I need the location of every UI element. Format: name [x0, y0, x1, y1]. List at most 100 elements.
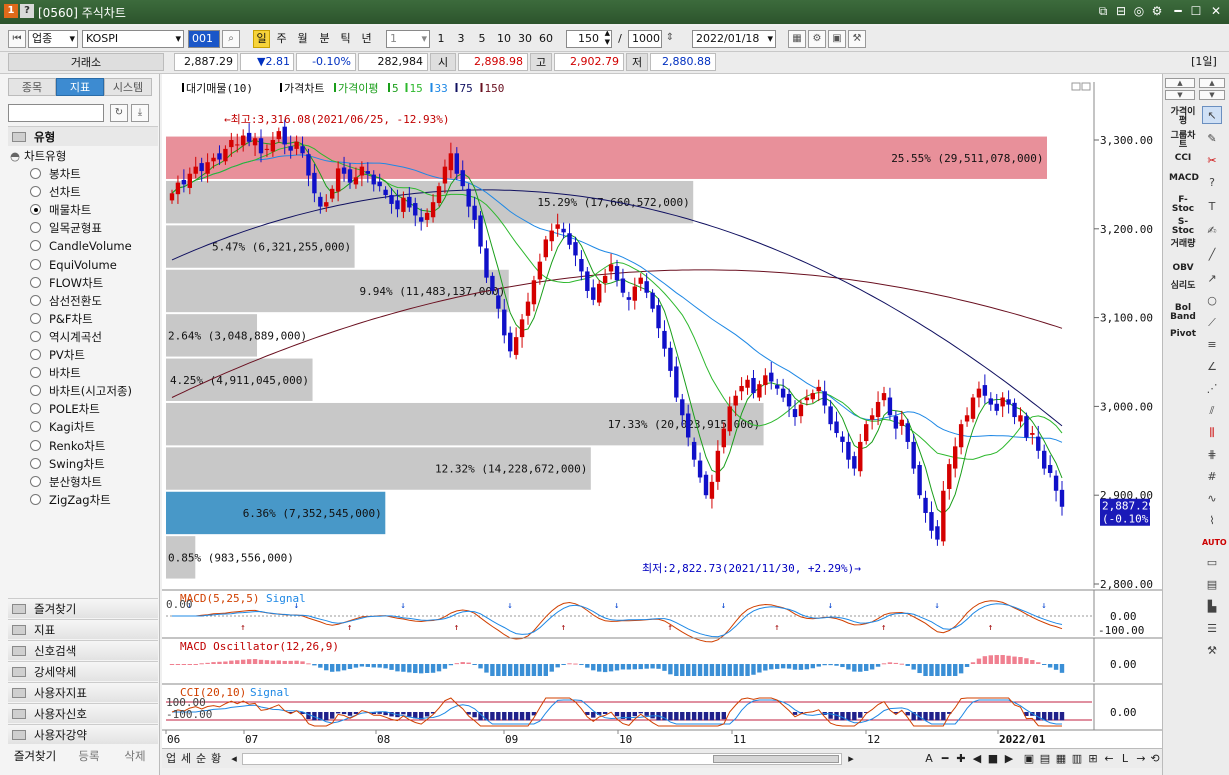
ray-icon[interactable]: ↗ [1202, 270, 1222, 288]
candle-body[interactable] [846, 441, 851, 460]
chart-toggle-icon[interactable]: ⊞ [1086, 751, 1100, 767]
save-icon[interactable]: ▣ [828, 30, 846, 48]
candle-body[interactable] [555, 224, 560, 229]
candle-body[interactable] [893, 416, 899, 429]
fibonacci-icon[interactable]: ⫼ [1202, 424, 1222, 442]
stop-icon[interactable]: ■ [986, 751, 1000, 767]
zoom-forward-icon[interactable]: ▶ [1002, 751, 1016, 767]
grid-icon[interactable]: ▦ [1054, 751, 1068, 767]
candle-body[interactable] [1053, 475, 1059, 491]
bottom-tab-delete[interactable]: 삭제 [110, 746, 160, 766]
candle-body[interactable] [407, 196, 412, 208]
candle-body[interactable] [953, 446, 958, 469]
candle-body[interactable] [365, 171, 370, 174]
candle-body[interactable] [875, 401, 881, 418]
candle-body[interactable] [270, 140, 276, 152]
candle-body[interactable] [276, 131, 281, 140]
candle-body[interactable] [1024, 416, 1029, 438]
candle-body[interactable] [312, 172, 317, 194]
candle-body[interactable] [858, 441, 863, 472]
candle-body[interactable] [419, 217, 424, 222]
radio-icon[interactable] [30, 457, 41, 469]
candle-body[interactable] [205, 162, 210, 174]
candle-body[interactable] [508, 332, 513, 352]
candle-body[interactable] [1030, 433, 1035, 435]
export-icon[interactable]: ▤ [1038, 751, 1052, 767]
radio-icon[interactable] [30, 349, 41, 360]
candle-body[interactable] [193, 166, 198, 174]
close-icon[interactable]: ✕ [1208, 3, 1224, 19]
candle-body[interactable] [472, 205, 477, 220]
count-stepper[interactable]: 150 ▲ ▼ [566, 30, 612, 48]
candle-body[interactable] [614, 266, 620, 281]
chart-icon[interactable]: ▙ [1202, 598, 1222, 616]
candle-body[interactable] [573, 242, 578, 256]
candle-body[interactable] [727, 406, 732, 432]
folder-item[interactable]: 사용자강약 [8, 724, 158, 744]
candle-body[interactable] [241, 135, 246, 146]
grid-tool-icon[interactable]: # [1202, 468, 1222, 486]
interval-5-button[interactable]: 5 [475, 30, 489, 48]
candle-body[interactable] [1042, 450, 1047, 469]
max-count-input[interactable]: 1000 [628, 30, 662, 48]
candle-body[interactable] [905, 423, 910, 442]
indicator-button[interactable]: S-Stoc [1169, 218, 1197, 236]
candle-body[interactable] [424, 212, 430, 220]
help-icon[interactable]: ? [20, 4, 34, 18]
angle-icon[interactable]: ∠ [1202, 358, 1222, 376]
window-icon[interactable]: ▭ [1202, 554, 1222, 572]
candle-body[interactable] [175, 182, 181, 195]
candle-body[interactable] [810, 393, 815, 400]
candle-body[interactable] [169, 193, 175, 201]
candle-body[interactable] [780, 388, 786, 398]
wave-icon[interactable]: ∿ [1202, 490, 1222, 508]
candle-body[interactable] [430, 202, 436, 218]
text-tool-icon[interactable]: A [922, 751, 936, 767]
candle-body[interactable] [668, 347, 673, 371]
chart-layout-icon[interactable]: ▦ [788, 30, 806, 48]
candle-body[interactable] [597, 283, 602, 303]
candle-body[interactable] [211, 157, 216, 162]
candle-body[interactable] [561, 228, 566, 233]
candle-body[interactable] [567, 233, 572, 245]
candle-body[interactable] [341, 167, 347, 174]
candle-body[interactable] [686, 413, 691, 438]
candle-body[interactable] [264, 148, 270, 150]
candle-body[interactable] [828, 406, 833, 425]
candle-body[interactable] [822, 391, 827, 406]
zoom-out-icon[interactable]: ━ [938, 751, 952, 767]
chart-type-item[interactable]: PV차트 [30, 346, 85, 364]
indicator-button[interactable]: 그룹차트 [1169, 132, 1197, 150]
tab-system[interactable]: 시스템 [104, 78, 152, 96]
sector-button[interactable]: 업 [164, 751, 178, 767]
candle-body[interactable] [602, 275, 608, 283]
candle-body[interactable] [923, 497, 928, 513]
candle-body[interactable] [1047, 465, 1053, 473]
folder-item[interactable]: 사용자신호 [8, 703, 158, 723]
indicator-button[interactable]: MACD [1169, 174, 1199, 183]
candle-body[interactable] [638, 277, 643, 284]
candle-body[interactable] [656, 305, 661, 329]
candle-body[interactable] [745, 379, 750, 388]
chart-area[interactable]: 25.55% (29,511,078,000) 15.29% (17,660,57… [162, 74, 1162, 768]
candle-body[interactable] [1000, 397, 1005, 407]
radio-icon[interactable] [30, 276, 41, 288]
maximize-icon[interactable]: ☐ [1188, 3, 1204, 19]
candle-body[interactable] [1036, 436, 1041, 451]
candle-body[interactable] [300, 146, 305, 154]
candle-body[interactable] [1018, 415, 1023, 422]
last-icon[interactable]: L [1118, 751, 1132, 767]
macd-pane[interactable]: ↓↑↓↑↓↑↓↑↓↑↓↑↓↑↓↑↓MACD(5,25,5) Signal0.000… [162, 589, 1162, 643]
radio-icon[interactable] [30, 168, 41, 179]
save-chart-icon[interactable]: ▣ [1022, 751, 1036, 767]
tab-indicators[interactable]: 지표 [56, 78, 104, 96]
radio-icon[interactable] [30, 294, 41, 306]
link-icon[interactable]: ⧉ [1095, 3, 1111, 19]
next-icon[interactable]: → [1134, 751, 1148, 767]
candle-body[interactable] [958, 424, 964, 448]
trend-icon[interactable]: ⟋ [1202, 314, 1222, 332]
pointer-icon[interactable]: ↖ [1202, 106, 1222, 124]
candle-body[interactable] [763, 375, 768, 386]
split-icon[interactable]: ⊟ [1113, 3, 1129, 19]
line-icon[interactable]: ╱ [1202, 246, 1222, 264]
